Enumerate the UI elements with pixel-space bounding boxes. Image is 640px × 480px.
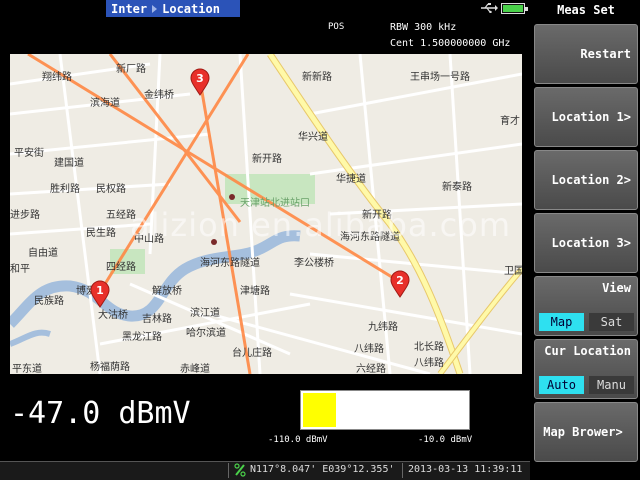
- restart-button[interactable]: Restart: [534, 24, 638, 84]
- cur-location-label: Cur Location: [544, 344, 631, 358]
- street-label: 华捷道: [336, 174, 366, 185]
- street-label: 卫国: [504, 266, 522, 277]
- street-label: 哈尔滨道: [186, 328, 226, 339]
- battery-level: [503, 5, 523, 12]
- battery-icon: [501, 3, 528, 14]
- street-label: 新厂路: [116, 64, 146, 75]
- street-label: 民生路: [86, 228, 116, 239]
- date-time: 2013-03-13 11:39:11: [408, 464, 523, 475]
- street-label: 赤峰道: [180, 364, 210, 374]
- street-label: 黑龙江路: [122, 332, 162, 343]
- street-label: 新泰路: [442, 182, 472, 193]
- signal-reading: -47.0 dBmV: [10, 396, 191, 431]
- street-label: 台儿庄路: [232, 348, 272, 359]
- map-pin-icon[interactable]: 2: [390, 270, 410, 298]
- street-label: 四经路: [106, 262, 136, 273]
- street-label: 八纬路: [414, 358, 444, 369]
- street-label: 吉林路: [142, 314, 172, 325]
- street-label: 李公楼桥: [294, 258, 334, 269]
- meter-min-label: -110.0 dBmV: [268, 435, 328, 445]
- menu-title: Meas Set: [557, 3, 615, 17]
- view-label: View: [602, 281, 631, 295]
- street-label: 王串场一号路: [410, 72, 470, 83]
- street-label: 金纬桥: [144, 90, 174, 101]
- view-map-option[interactable]: Map: [539, 313, 584, 331]
- street-label: 解放桥: [152, 286, 182, 297]
- mode-right-label: Location: [162, 1, 220, 16]
- marker-number: 3: [196, 72, 204, 85]
- center-frequency-readout: Cent 1.500000000 GHz: [390, 38, 511, 49]
- location-1-button[interactable]: Location 1>: [534, 87, 638, 147]
- street-label: 六经路: [356, 364, 386, 374]
- street-label: 民族路: [34, 296, 64, 307]
- mode-left-label: Inter: [111, 1, 148, 16]
- gps-icon: [234, 463, 246, 477]
- street-label: 自由道: [28, 248, 58, 259]
- street-label: 北长路: [414, 342, 444, 353]
- street-label: 滨海道: [90, 98, 120, 109]
- marker-number: 1: [96, 284, 104, 297]
- street-label: 滨江道: [190, 308, 220, 319]
- side-menu: Meas Set Restart Location 1> Location 2>…: [532, 0, 640, 480]
- street-label: 大沽桥: [98, 310, 128, 321]
- street-label: 津塘路: [240, 286, 270, 297]
- street-label: 翔纬路: [42, 72, 72, 83]
- cur-location-manu-option[interactable]: Manu: [589, 376, 634, 394]
- street-label: 民权路: [96, 184, 126, 195]
- street-label: 育才: [500, 116, 520, 127]
- street-label: 杨福荫路: [90, 362, 130, 373]
- cur-location-toggle[interactable]: Cur Location Auto Manu: [534, 339, 638, 399]
- mode-breadcrumb: Inter Location: [106, 0, 240, 17]
- usb-icon: [481, 3, 498, 13]
- rbw-readout: RBW 300 kHz: [390, 22, 457, 33]
- location-2-button[interactable]: Location 2>: [534, 150, 638, 210]
- location-3-button[interactable]: Location 3>: [534, 213, 638, 273]
- street-label: 八纬路: [354, 344, 384, 355]
- street-label: 胜利路: [50, 184, 80, 195]
- street-label: 华兴道: [298, 132, 328, 143]
- map-pin-icon[interactable]: 1: [90, 280, 110, 308]
- street-label: 平东道: [12, 364, 42, 374]
- street-label: 和平: [10, 264, 30, 275]
- meter-max-label: -10.0 dBmV: [418, 435, 473, 445]
- signal-meter: [300, 390, 470, 430]
- street-label: 新新路: [302, 72, 332, 83]
- street-label: 新开路: [252, 154, 282, 165]
- view-sat-option[interactable]: Sat: [589, 313, 634, 331]
- watermark: alizion en.alibaba.com: [130, 206, 511, 244]
- street-label: 平安街: [14, 148, 44, 159]
- gps-coordinates: N117°8.047' E039°12.355': [250, 464, 395, 475]
- pos-label: POS: [328, 22, 345, 32]
- street-label: 进步路: [10, 210, 40, 221]
- cur-location-auto-option[interactable]: Auto: [539, 376, 584, 394]
- street-label: 海河东路隧道: [200, 258, 260, 269]
- street-label: 建国道: [54, 158, 84, 169]
- map-pin-icon[interactable]: 3: [190, 68, 210, 96]
- street-label: 九纬路: [368, 322, 398, 333]
- map-view[interactable]: 新厂路 翔纬路 金纬桥 滨海道 新新路 王串场一号路 育才 华兴道 平安街 建国…: [10, 54, 522, 374]
- marker-number: 2: [396, 274, 404, 287]
- view-toggle[interactable]: View Map Sat: [534, 276, 638, 336]
- signal-meter-fill: [303, 393, 336, 427]
- map-browser-button[interactable]: Map Brower>: [534, 402, 638, 462]
